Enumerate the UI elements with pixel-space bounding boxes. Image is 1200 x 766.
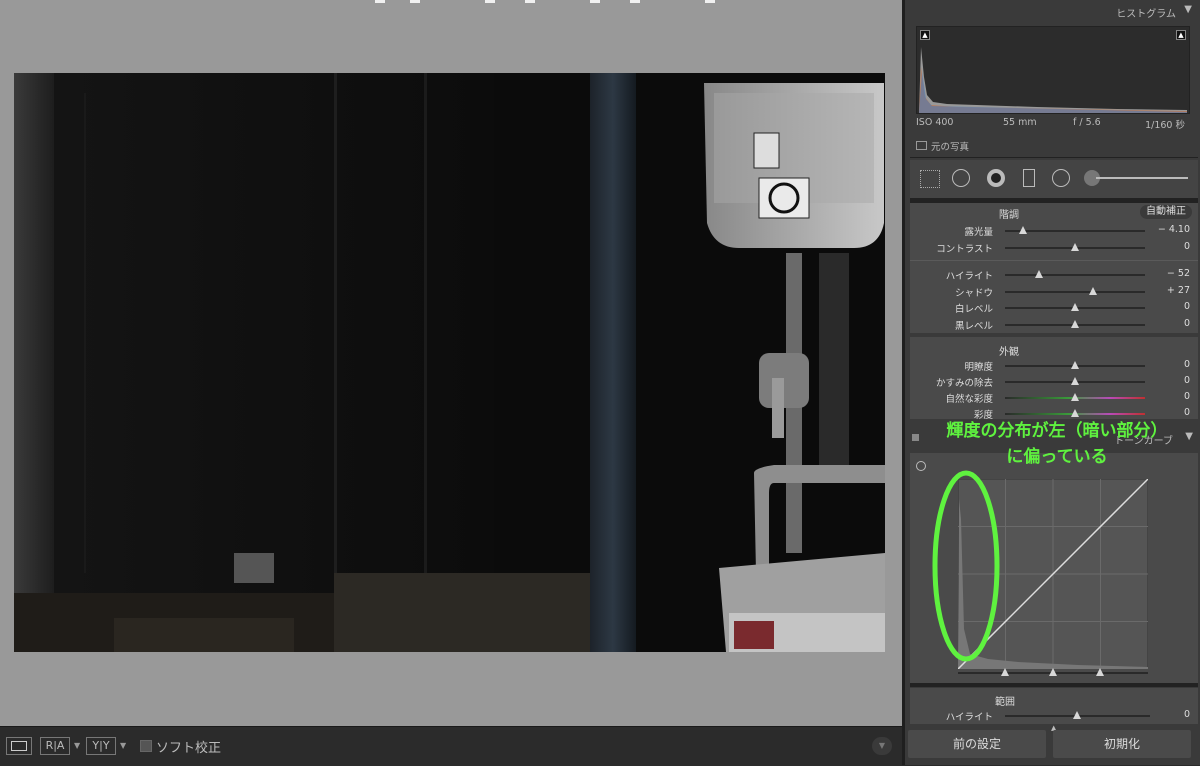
basic-tone-value: 0: [1183, 301, 1190, 312]
highlight-region-label: ハイライト: [945, 712, 993, 723]
reset-button[interactable]: 初期化: [1053, 730, 1191, 758]
previous-settings-button[interactable]: 前の設定: [908, 730, 1046, 758]
basic-presence-slider[interactable]: [1005, 361, 1145, 369]
annotation-line-1: 輝度の分布が左（暗い部分）: [946, 421, 1168, 441]
highlight-region-slider[interactable]: [1005, 711, 1150, 719]
range-label: 範囲: [995, 697, 1015, 708]
photo-preview[interactable]: [14, 73, 885, 652]
auto-tone-button[interactable]: 自動補正: [1140, 205, 1192, 219]
compare-ra-button[interactable]: R|A: [40, 737, 70, 755]
basic-tone-label: 白レベル: [954, 304, 993, 315]
spot-removal-icon[interactable]: [952, 169, 970, 187]
curve-split-track: [958, 668, 1148, 676]
basic-presence-value: 0: [1183, 359, 1190, 370]
brush-size-slider[interactable]: [1096, 177, 1188, 179]
exif-focal-length: 55 mm: [1003, 117, 1037, 128]
photo-viewer: [0, 0, 902, 726]
slider-thumb[interactable]: [1071, 393, 1079, 401]
graduated-filter-icon[interactable]: [1023, 169, 1035, 187]
radial-filter-icon[interactable]: [1052, 169, 1070, 187]
basic-presence-label: 自然な彩度: [945, 394, 993, 405]
original-photo-checkbox[interactable]: [916, 141, 927, 150]
basic-tone-row: シャドウ + 27: [910, 285, 1198, 299]
basic-tone-row: 白レベル 0: [910, 301, 1198, 315]
basic-tone-row: 黒レベル 0: [910, 318, 1198, 332]
annotation-ellipse: [932, 470, 1000, 662]
basic-tone-label: 露光量: [964, 227, 993, 238]
compare-yy-button[interactable]: Y|Y: [86, 737, 116, 755]
basic-presence-label: かすみの除去: [935, 378, 993, 389]
chevron-down-icon[interactable]: ▼: [1184, 4, 1192, 15]
tool-strip: [910, 160, 1198, 198]
basic-tone-slider[interactable]: [1005, 303, 1145, 311]
basic-presence-row: 明瞭度 0: [910, 359, 1198, 373]
basic-presence-row: 自然な彩度 0: [910, 391, 1198, 405]
slider-thumb[interactable]: [1034, 270, 1043, 278]
basic-presence-section: 外観 明瞭度 0 かすみの除去 0 自然な彩度 0 彩度 0: [910, 337, 1198, 421]
original-photo-label: 元の写真: [931, 142, 970, 153]
presence-label: 外観: [999, 347, 1019, 358]
slider-thumb[interactable]: [1071, 319, 1079, 328]
crop-overlay-icon[interactable]: [920, 170, 940, 188]
basic-tone-section: 階調 自動補正 露光量 − 4.10 コントラスト 0 ハイライト − 52 シャドウ + 2…: [910, 203, 1198, 333]
split-point-handle[interactable]: [1049, 668, 1057, 676]
chevron-down-icon[interactable]: ▼: [74, 741, 80, 750]
basic-tone-value: 0: [1183, 317, 1190, 329]
viewer-toolbar: R|A ▼ Y|Y ▼ ソフト校正 ▼: [0, 726, 902, 766]
slider-thumb[interactable]: [1089, 286, 1098, 295]
slider-thumb[interactable]: [1019, 226, 1028, 234]
basic-presence-slider[interactable]: [1005, 377, 1145, 385]
basic-tone-value: − 4.10: [1157, 224, 1190, 235]
basic-tone-row: ハイライト − 52: [910, 268, 1198, 282]
exif-shutter: 1/160 秒: [1145, 120, 1185, 131]
filmstrip-marks: [375, 0, 715, 3]
red-eye-icon[interactable]: [987, 169, 1005, 187]
basic-tone-slider[interactable]: [1005, 319, 1145, 328]
basic-tone-value: 0: [1183, 240, 1190, 252]
soft-proof-checkbox[interactable]: [140, 740, 152, 752]
basic-presence-row: かすみの除去 0: [910, 375, 1198, 389]
basic-tone-slider[interactable]: [1005, 286, 1145, 295]
slider-thumb[interactable]: [1071, 377, 1079, 385]
basic-tone-value: + 27: [1166, 284, 1190, 296]
basic-tone-label: シャドウ: [954, 287, 993, 299]
basic-tone-slider[interactable]: [1005, 270, 1145, 278]
basic-tone-value: − 52: [1166, 268, 1190, 279]
basic-presence-slider[interactable]: [1005, 393, 1145, 401]
exif-aperture: f / 5.6: [1073, 117, 1101, 128]
soft-proof-label: ソフト校正: [156, 741, 222, 756]
tone-curve-region-section: 範囲 ハイライト 0: [910, 688, 1198, 724]
slider-thumb[interactable]: [1071, 303, 1079, 311]
slider-thumb[interactable]: [1071, 409, 1079, 417]
basic-presence-value: 0: [1183, 407, 1190, 418]
exif-iso: ISO 400: [916, 117, 954, 128]
histogram: ▲ ▲: [916, 26, 1190, 114]
chevron-down-icon[interactable]: ▼: [120, 741, 126, 750]
annotation-text: 輝度の分布が左（暗い部分） に偏っている: [912, 418, 1200, 470]
highlight-region-value: 0: [1183, 709, 1190, 720]
photo-image: [14, 73, 885, 652]
basic-tone-row: コントラスト 0: [910, 241, 1198, 255]
toolbar-menu-icon[interactable]: ▼: [872, 737, 892, 755]
basic-tone-label: コントラスト: [936, 243, 993, 255]
annotation-line-2: に偏っている: [1006, 447, 1108, 467]
basic-tone-label: 黒レベル: [954, 320, 993, 332]
basic-tone-row: 露光量 − 4.10: [910, 224, 1198, 238]
basic-tone-slider[interactable]: [1005, 242, 1145, 251]
basic-tone-slider[interactable]: [1005, 226, 1145, 234]
loupe-view-button[interactable]: [6, 737, 32, 755]
slider-thumb[interactable]: [1071, 242, 1079, 251]
basic-tone-label: ハイライト: [945, 271, 993, 282]
split-point-handle[interactable]: [1096, 668, 1104, 676]
tone-label: 階調: [999, 210, 1019, 221]
slider-thumb[interactable]: [1071, 361, 1079, 369]
basic-presence-label: 明瞭度: [964, 362, 993, 373]
basic-presence-slider[interactable]: [1005, 409, 1145, 417]
slider-thumb[interactable]: [1073, 711, 1081, 719]
basic-presence-value: 0: [1183, 375, 1190, 386]
histogram-title: ヒストグラム: [1116, 9, 1176, 20]
histogram-graph: [919, 47, 1187, 113]
basic-presence-value: 0: [1183, 391, 1190, 402]
